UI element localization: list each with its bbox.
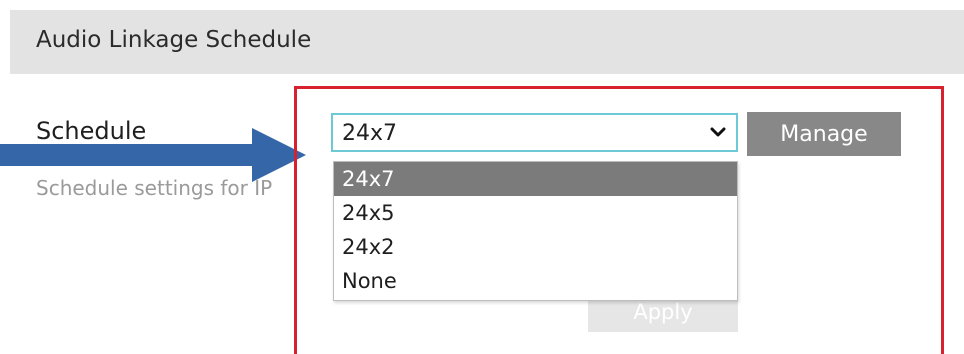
schedule-select[interactable]: 24x7 (331, 113, 738, 152)
dropdown-option-24x2[interactable]: 24x2 (334, 230, 737, 264)
audio-linkage-schedule-page: Audio Linkage Schedule Schedule Schedule… (0, 0, 964, 354)
section-title: Audio Linkage Schedule (36, 27, 312, 53)
arrow-right-icon (0, 128, 306, 182)
dropdown-option-none[interactable]: None (334, 264, 737, 298)
schedule-select-value: 24x7 (342, 121, 398, 146)
manage-button[interactable]: Manage (747, 112, 901, 156)
dropdown-option-24x5[interactable]: 24x5 (334, 196, 737, 230)
schedule-dropdown-list: 24x7 24x5 24x2 None (333, 161, 738, 301)
chevron-down-icon (710, 127, 726, 137)
dropdown-option-24x7[interactable]: 24x7 (334, 162, 737, 196)
